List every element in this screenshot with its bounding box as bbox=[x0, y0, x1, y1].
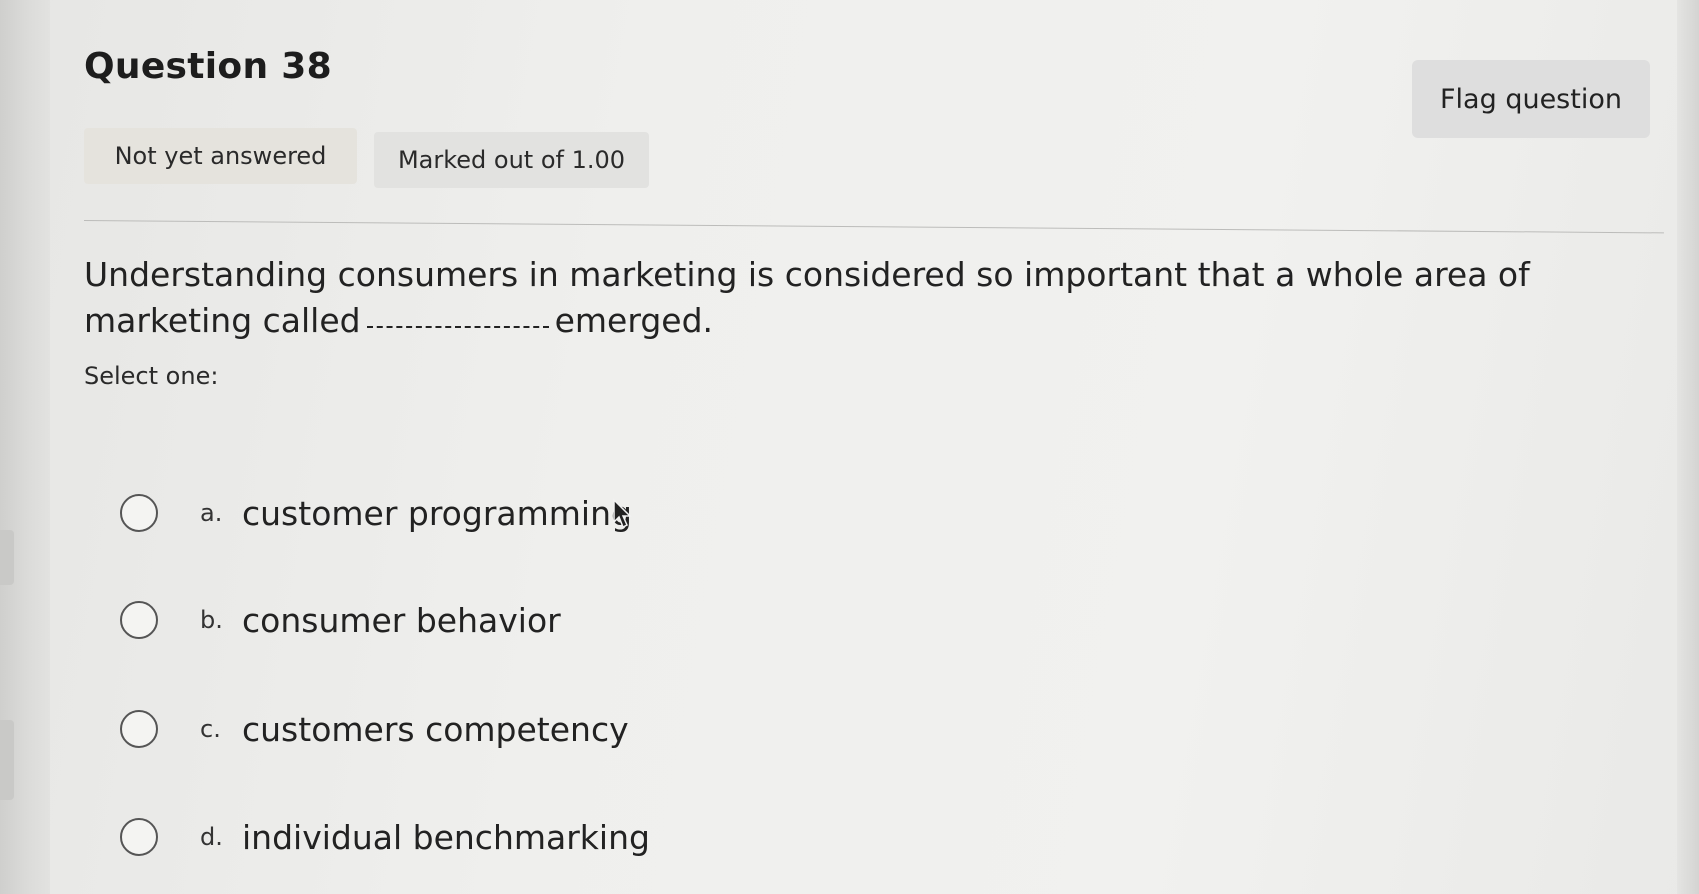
left-page-edge bbox=[0, 0, 50, 894]
option-label[interactable]: consumer behavior bbox=[242, 601, 561, 640]
option-d[interactable]: d. individual benchmarking bbox=[120, 812, 650, 862]
flag-question-button[interactable]: Flag question bbox=[1412, 60, 1650, 138]
left-edge-tab bbox=[0, 530, 14, 585]
option-letter: d. bbox=[200, 823, 223, 851]
question-text: Understanding consumers in marketing is … bbox=[84, 252, 1644, 344]
marks-badge: Marked out of 1.00 bbox=[374, 132, 649, 188]
option-label[interactable]: customer programming bbox=[242, 494, 632, 533]
option-a[interactable]: a. customer programming bbox=[120, 488, 632, 538]
radio-button-icon[interactable] bbox=[120, 710, 158, 748]
option-label[interactable]: customers competency bbox=[242, 710, 629, 749]
mouse-pointer-icon bbox=[613, 498, 632, 529]
radio-button-icon[interactable] bbox=[120, 601, 158, 639]
question-text-before: Understanding consumers in marketing is … bbox=[84, 255, 1530, 340]
option-label[interactable]: individual benchmarking bbox=[242, 818, 650, 857]
option-letter: a. bbox=[200, 499, 223, 527]
option-letter: b. bbox=[200, 606, 223, 634]
option-letter: c. bbox=[200, 715, 221, 743]
right-page-edge bbox=[1677, 0, 1699, 894]
select-one-label: Select one: bbox=[84, 362, 219, 390]
left-edge-tab bbox=[0, 720, 14, 800]
option-b[interactable]: b. consumer behavior bbox=[120, 595, 561, 645]
fill-in-blank bbox=[366, 326, 549, 328]
answer-status-badge: Not yet answered bbox=[84, 128, 357, 184]
radio-button-icon[interactable] bbox=[120, 818, 158, 856]
radio-button-icon[interactable] bbox=[120, 494, 158, 532]
question-text-after: emerged. bbox=[554, 301, 714, 340]
option-c[interactable]: c. customers competency bbox=[120, 704, 629, 754]
question-title: Question 38 bbox=[84, 46, 332, 87]
